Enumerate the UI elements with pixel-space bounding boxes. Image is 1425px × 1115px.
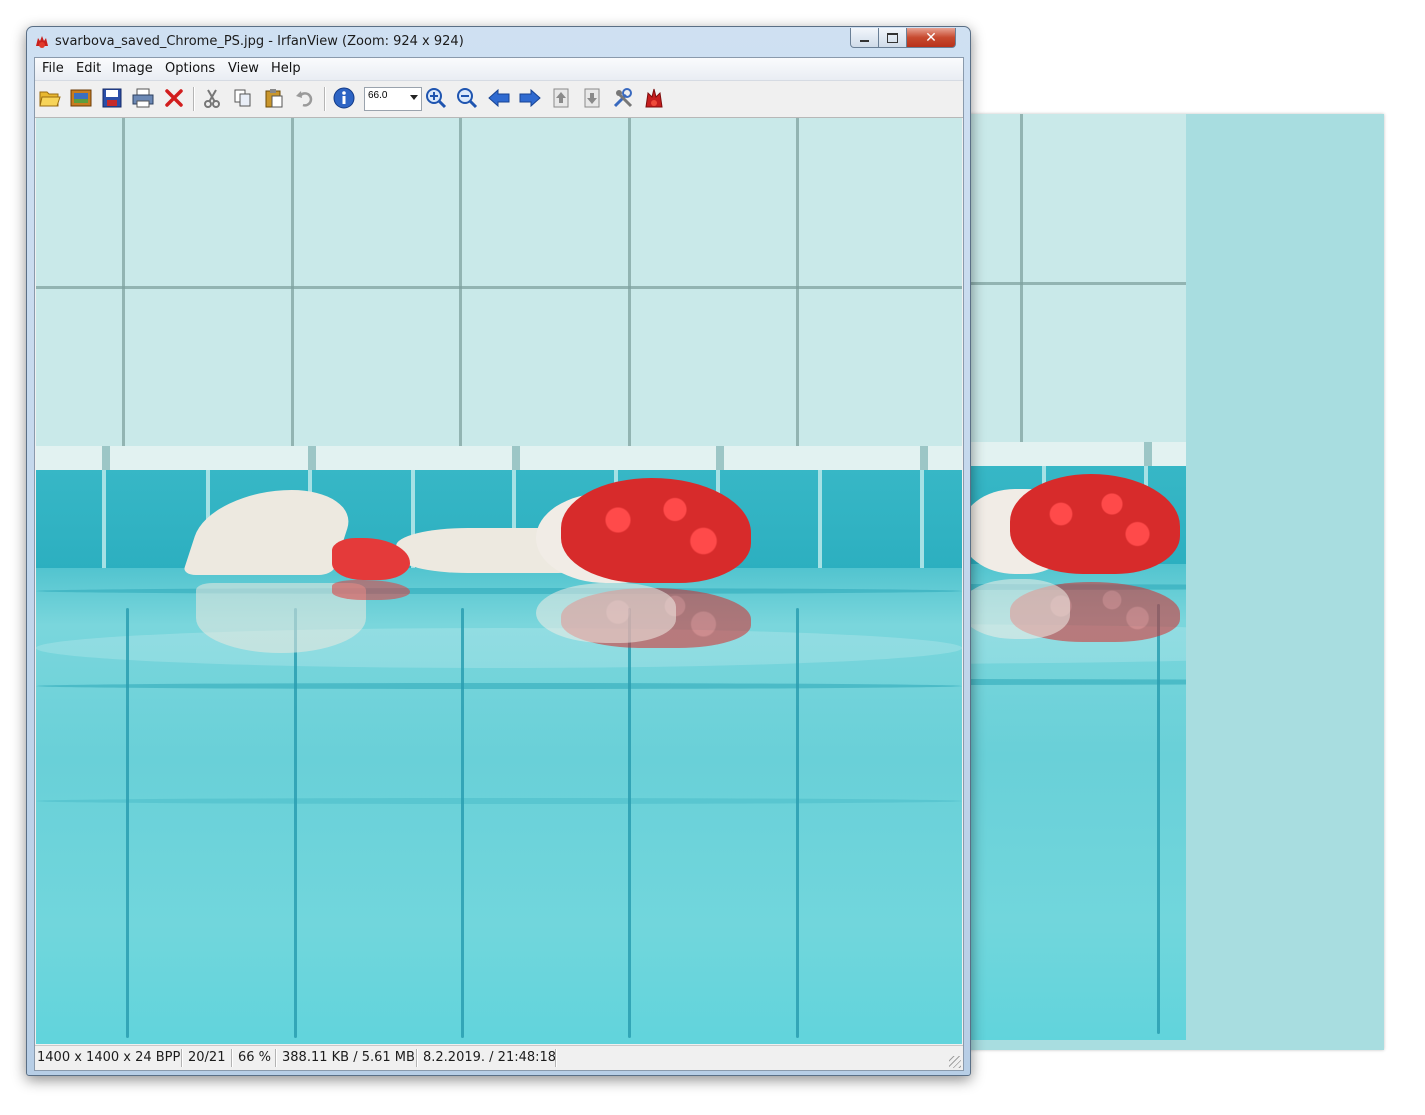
slideshow-icon[interactable] [68,85,94,111]
maximize-button[interactable] [878,28,907,48]
irfanview-red-cat-icon [36,36,48,48]
status-bar: 1400 x 1400 x 24 BPP 20/21 66 % 388.11 K… [35,1045,963,1070]
undo-icon[interactable] [292,85,318,111]
close-button[interactable]: ✕ [906,28,956,48]
background-photo [960,114,1384,1050]
photo-scene-copy [960,114,1186,1040]
resize-grip-icon[interactable] [949,1056,961,1068]
menu-view[interactable]: View [228,61,259,76]
status-index: 20/21 [188,1050,226,1065]
menu-bar: File Edit Image Options View Help [35,58,963,81]
pool-ledge [36,446,962,472]
menu-options[interactable]: Options [165,61,215,76]
menu-help[interactable]: Help [271,61,301,76]
toolbar-separator [324,87,326,111]
first-icon[interactable] [548,85,574,111]
title-bar[interactable]: svarbova_saved_Chrome_PS.jpg - IrfanView… [27,27,970,55]
irfanview-window: svarbova_saved_Chrome_PS.jpg - IrfanView… [26,26,971,1076]
status-dimensions: 1400 x 1400 x 24 BPP [37,1050,181,1065]
status-divider [231,1049,233,1067]
toolbar: 66.0 [35,81,963,118]
paste-icon[interactable] [261,85,287,111]
status-divider [555,1049,557,1067]
print-icon[interactable] [130,85,156,111]
client-area: File Edit Image Options View Help 66.0 1… [34,57,964,1071]
zoom-combobox[interactable]: 66.0 [364,87,422,111]
maximize-icon [887,32,898,43]
status-filesize: 388.11 KB / 5.61 MB [282,1050,415,1065]
status-divider [181,1049,183,1067]
previous-icon[interactable] [486,85,512,111]
status-divider [275,1049,277,1067]
cut-icon[interactable] [199,85,225,111]
window-title: svarbova_saved_Chrome_PS.jpg - IrfanView… [55,34,464,49]
next-icon[interactable] [517,85,543,111]
tile-wall [36,118,962,453]
open-folder-icon[interactable] [37,85,63,111]
settings-icon[interactable] [610,85,636,111]
last-icon[interactable] [579,85,605,111]
photo-scene [36,118,962,1044]
status-divider [416,1049,418,1067]
copy-icon[interactable] [230,85,256,111]
about-icon[interactable] [641,85,667,111]
menu-file[interactable]: File [42,61,64,76]
menu-image[interactable]: Image [112,61,153,76]
status-datetime: 8.2.2019. / 21:48:18 [423,1050,557,1065]
toolbar-separator [193,87,195,111]
chevron-down-icon[interactable] [410,95,418,100]
zoom-out-icon[interactable] [454,85,480,111]
image-viewport[interactable] [36,118,962,1044]
status-zoom: 66 % [238,1050,272,1065]
info-icon[interactable] [331,85,357,111]
close-icon: ✕ [925,29,937,46]
delete-icon[interactable] [161,85,187,111]
zoom-in-icon[interactable] [423,85,449,111]
save-icon[interactable] [99,85,125,111]
zoom-value: 66.0 [368,90,388,101]
minimize-button[interactable] [850,28,879,48]
pool-water [36,568,962,1044]
swim-cap [561,478,751,583]
minimize-icon [860,39,869,42]
menu-edit[interactable]: Edit [76,61,101,76]
